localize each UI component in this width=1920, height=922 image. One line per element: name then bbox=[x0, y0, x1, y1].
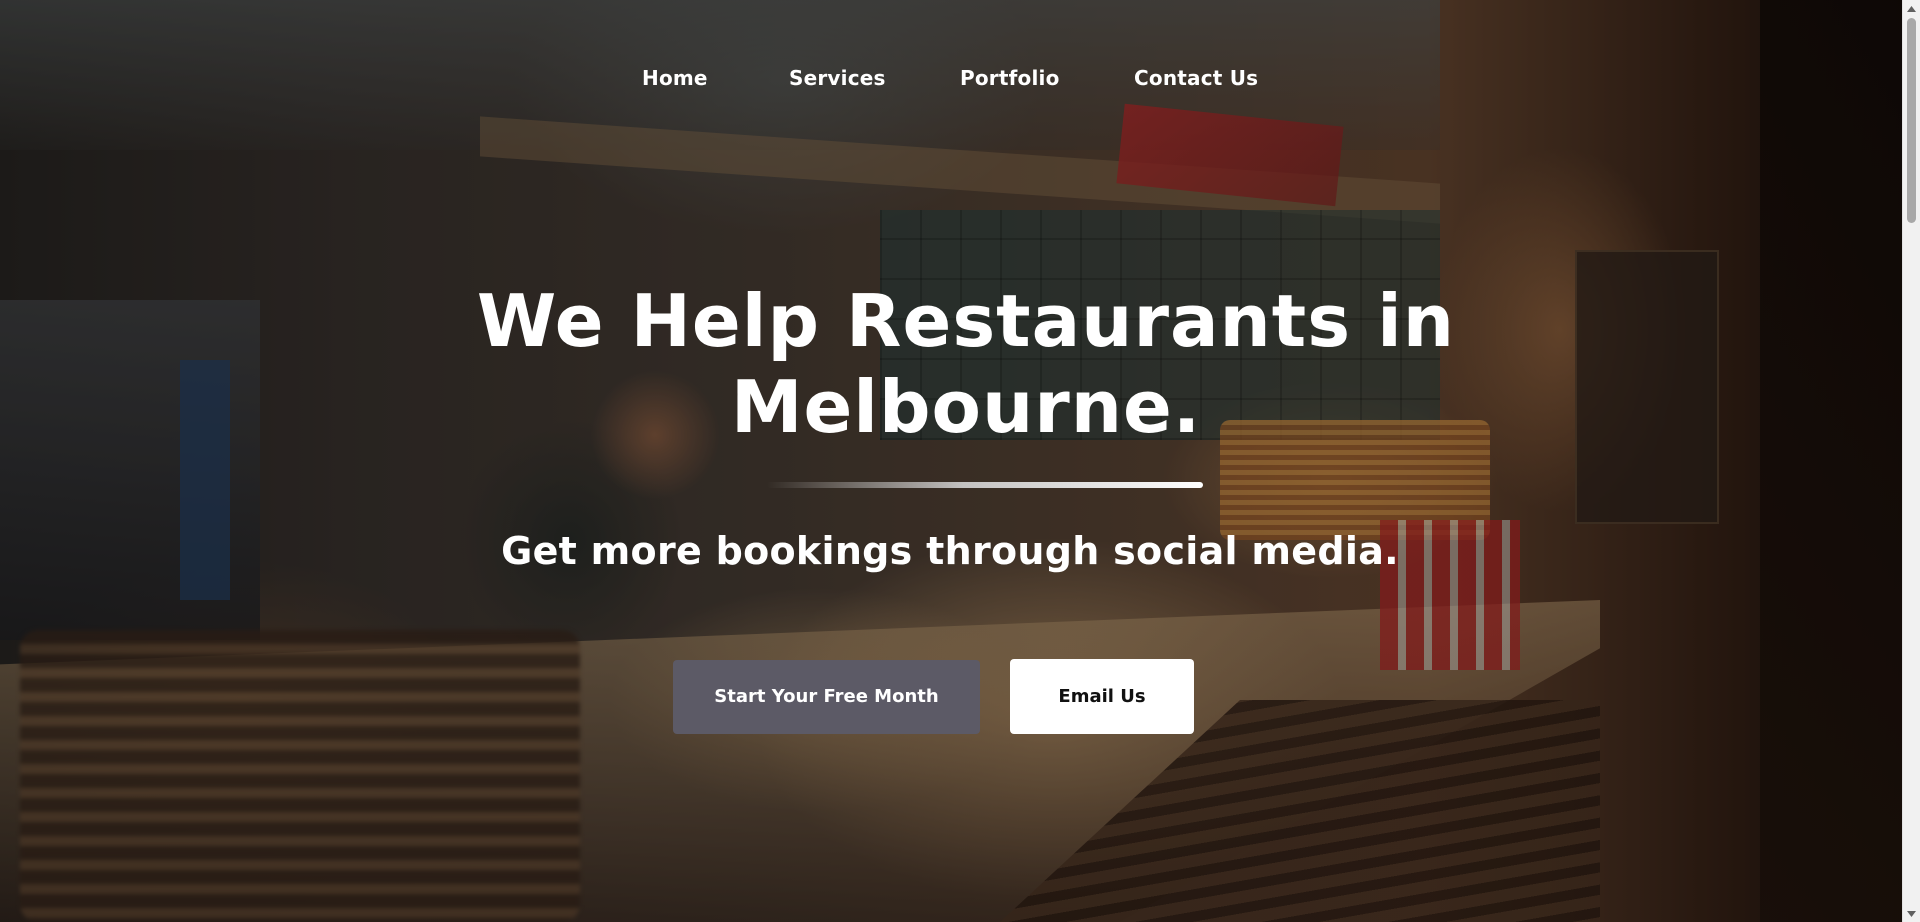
hero-title-line2: Melbourne. bbox=[730, 365, 1202, 449]
start-free-month-button[interactable]: Start Your Free Month bbox=[673, 660, 980, 734]
hero-title-line1: We Help Restaurants in bbox=[476, 279, 1456, 363]
nav-home-link[interactable]: Home bbox=[642, 62, 708, 94]
hero-divider bbox=[767, 482, 1203, 488]
nav-portfolio-link[interactable]: Portfolio bbox=[960, 62, 1060, 94]
nav-services-link[interactable]: Services bbox=[789, 62, 886, 94]
dark-overlay bbox=[0, 0, 1902, 922]
landing-page: Home Services Portfolio Contact Us We He… bbox=[0, 0, 1920, 922]
chevron-up-icon[interactable] bbox=[1903, 0, 1920, 17]
email-us-button[interactable]: Email Us bbox=[1010, 659, 1194, 734]
chevron-down-icon[interactable] bbox=[1903, 905, 1920, 922]
main-nav: Home Services Portfolio Contact Us bbox=[0, 62, 1902, 94]
hero-title: We Help Restaurants in Melbourne. bbox=[431, 278, 1501, 450]
vertical-scrollbar[interactable] bbox=[1902, 0, 1920, 922]
nav-contact-link[interactable]: Contact Us bbox=[1134, 62, 1258, 94]
hero-subtitle: Get more bookings through social media. bbox=[501, 529, 1399, 573]
hero-background-image bbox=[0, 0, 1902, 922]
scrollbar-thumb[interactable] bbox=[1907, 18, 1916, 223]
